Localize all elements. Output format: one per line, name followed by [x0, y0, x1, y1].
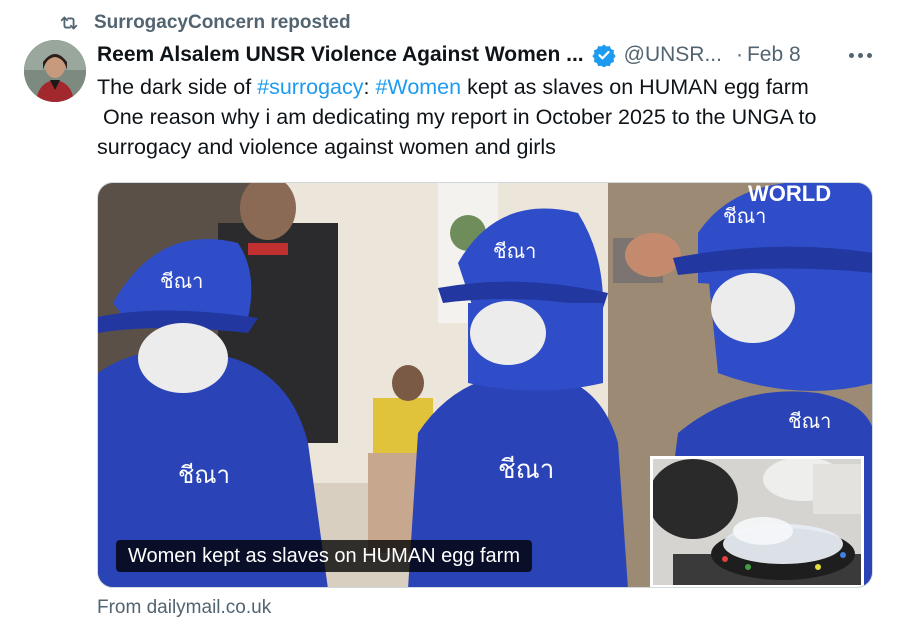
hashtag-link[interactable]: #Women: [375, 75, 461, 99]
svg-text:ชีณา: ชีณา: [723, 204, 766, 228]
tweet-line-1: The dark side of #surrogacy: #Women kept…: [97, 72, 877, 102]
separator-dot: ·: [735, 43, 743, 66]
tweet-line-2: One reason why i am dedicating my report…: [97, 105, 817, 129]
repost-indicator[interactable]: SurrogacyConcern reposted: [58, 10, 351, 36]
repost-icon: [60, 16, 78, 30]
hashtag-link[interactable]: #surrogacy: [257, 75, 363, 99]
svg-text:ชีณา: ชีณา: [788, 409, 831, 433]
watermark-text: WORLD: [748, 183, 831, 206]
author-name[interactable]: Reem Alsalem UNSR Violence Against Women…: [97, 43, 584, 67]
verified-badge-icon: [592, 44, 616, 67]
card-caption: Women kept as slaves on HUMAN egg farm: [116, 540, 533, 572]
tweet-date[interactable]: Feb 8: [747, 43, 801, 67]
inset-photo: [650, 456, 864, 587]
author-handle[interactable]: @UNSR...: [624, 43, 722, 67]
inset-image: [653, 459, 861, 585]
svg-text:ชีณา: ชีณา: [178, 461, 230, 489]
more-options-icon[interactable]: [849, 42, 872, 68]
svg-text:ชีณา: ชีณา: [160, 269, 203, 293]
svg-text:ชีณา: ชีณา: [493, 239, 536, 263]
tweet-header: Reem Alsalem UNSR Violence Against Women…: [97, 40, 880, 70]
svg-text:ชีณา: ชีณา: [498, 455, 554, 485]
text-segment: :: [363, 75, 376, 99]
avatar-image: [24, 40, 86, 102]
link-card[interactable]: ชีณา ชีณา ชีณา ชีณา ชีณา ชีณา WORLD Wome…: [97, 182, 873, 588]
text-segment: The dark side of: [97, 75, 258, 99]
tweet-line-3: surrogacy and violence against women and…: [97, 135, 556, 159]
repost-label[interactable]: SurrogacyConcern reposted: [94, 12, 351, 34]
tweet-text: The dark side of #surrogacy: #Women kept…: [97, 72, 877, 162]
card-source[interactable]: From dailymail.co.uk: [97, 597, 271, 619]
text-segment: kept as slaves on HUMAN egg farm: [461, 75, 809, 99]
avatar[interactable]: [24, 40, 86, 102]
